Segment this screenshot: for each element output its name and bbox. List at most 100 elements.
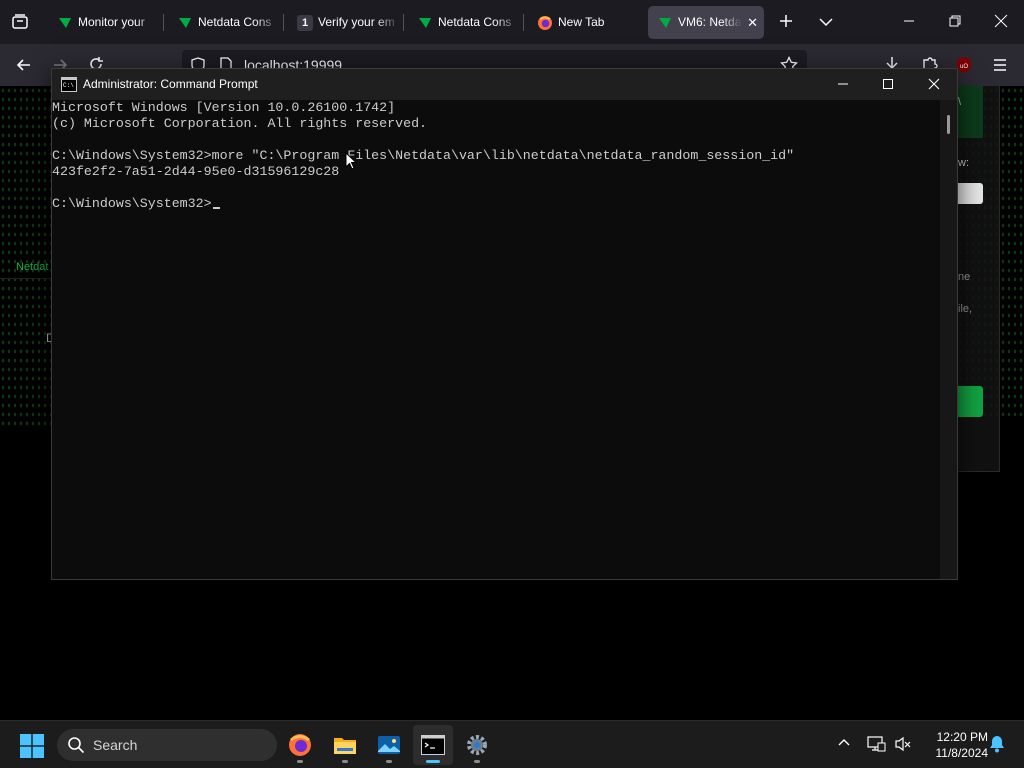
command-prompt-window[interactable]: C:\ Administrator: Command Prompt Micros… bbox=[51, 68, 958, 580]
cmd-minimize-button[interactable] bbox=[820, 69, 866, 100]
card-text: ne bbox=[958, 271, 971, 283]
firefox-icon bbox=[538, 16, 552, 30]
bell-icon bbox=[990, 736, 1004, 753]
taskbar-search-box[interactable]: Search bbox=[57, 729, 277, 761]
console-prompt-line[interactable]: C:\Windows\System32> bbox=[52, 196, 220, 212]
console-line: (c) Microsoft Corporation. All rights re… bbox=[52, 116, 428, 131]
taskbar-photos[interactable] bbox=[369, 725, 409, 765]
search-placeholder: Search bbox=[93, 737, 138, 753]
restore-icon bbox=[949, 15, 961, 27]
tab-separator bbox=[163, 14, 164, 31]
taskbar-settings[interactable] bbox=[457, 725, 497, 765]
netdata-icon bbox=[419, 18, 431, 28]
volume-muted-icon bbox=[895, 736, 911, 752]
notifications-button[interactable] bbox=[989, 735, 1005, 758]
console-line: 423fe2f2-7a51-2d44-95e0-d31596129c28 bbox=[52, 164, 340, 179]
clock-time: 12:20 PM bbox=[936, 730, 988, 744]
tab-title: Monitor your bbox=[78, 15, 145, 29]
tab-manager-button[interactable] bbox=[8, 10, 32, 34]
maximize-icon bbox=[883, 79, 893, 89]
cmd-console[interactable]: Microsoft Windows [Version 10.0.26100.17… bbox=[52, 100, 940, 579]
tab-title: Netdata Cons bbox=[438, 15, 512, 29]
card-submit-button[interactable] bbox=[958, 386, 983, 417]
tab-title: Netdata Cons bbox=[198, 15, 272, 29]
tab-netdata-console-2[interactable]: Netdata Cons bbox=[408, 6, 520, 39]
cmd-titlebar[interactable]: C:\ Administrator: Command Prompt bbox=[52, 69, 957, 100]
terminal-icon bbox=[421, 735, 445, 755]
file-explorer-icon bbox=[334, 738, 356, 754]
cmd-close-button[interactable] bbox=[911, 69, 957, 100]
signin-card: \ w: ne ile, bbox=[958, 86, 1000, 472]
taskbar-file-explorer[interactable] bbox=[325, 725, 365, 765]
card-label: w: bbox=[958, 157, 969, 169]
start-button[interactable] bbox=[20, 734, 44, 758]
close-icon bbox=[994, 14, 1008, 28]
taskbar-firefox[interactable] bbox=[280, 725, 320, 765]
close-browser-button[interactable] bbox=[992, 12, 1010, 35]
active-indicator bbox=[426, 760, 440, 763]
matrix-background-left bbox=[0, 86, 52, 426]
tab-new-tab[interactable]: New Tab bbox=[528, 6, 640, 39]
tab-netdata-console-1[interactable]: Netdata Cons bbox=[168, 6, 280, 39]
firefox-icon bbox=[289, 734, 311, 756]
tab-separator bbox=[403, 14, 404, 31]
volume-button[interactable] bbox=[894, 735, 912, 758]
minimize-icon bbox=[838, 83, 848, 85]
search-icon bbox=[68, 737, 85, 754]
svg-text:uO: uO bbox=[960, 64, 968, 70]
svg-text:C:\: C:\ bbox=[63, 82, 74, 89]
cmd-scrollbar[interactable] bbox=[940, 100, 957, 579]
netdata-link[interactable]: Netdat bbox=[16, 261, 48, 273]
running-indicator bbox=[342, 760, 348, 763]
network-icon bbox=[867, 736, 886, 752]
running-indicator bbox=[297, 760, 303, 763]
browser-tabstrip: Monitor your Netdata Cons 1 Verify your … bbox=[0, 0, 1024, 44]
back-button[interactable] bbox=[14, 55, 34, 80]
clock-date: 11/8/2024 bbox=[935, 746, 989, 760]
cmd-window-title: Administrator: Command Prompt bbox=[83, 77, 258, 91]
plus-icon bbox=[780, 15, 792, 27]
tab-separator bbox=[283, 14, 284, 31]
hamburger-menu-icon bbox=[994, 59, 1006, 71]
chevron-down-icon bbox=[819, 18, 833, 27]
close-tab-icon[interactable]: ✕ bbox=[747, 6, 758, 39]
tab-monitor[interactable]: Monitor your bbox=[48, 6, 160, 39]
network-status-button[interactable] bbox=[866, 735, 886, 758]
text-cursor bbox=[212, 207, 220, 209]
running-indicator bbox=[386, 760, 392, 763]
tab-vm6-netdata[interactable]: VM6: Netda ✕ bbox=[648, 6, 764, 39]
netdata-icon bbox=[179, 18, 191, 28]
tab-verify-email[interactable]: 1 Verify your em bbox=[288, 6, 400, 39]
arrow-left-icon bbox=[16, 59, 30, 71]
show-hidden-icons-button[interactable] bbox=[836, 735, 852, 756]
menu-button[interactable] bbox=[990, 55, 1010, 80]
taskbar-command-prompt[interactable] bbox=[413, 725, 453, 765]
settings-icon bbox=[467, 735, 487, 755]
card-header bbox=[958, 86, 983, 138]
running-indicator bbox=[474, 760, 480, 763]
windows-logo-icon bbox=[20, 734, 44, 758]
command-prompt-icon: C:\ bbox=[61, 77, 77, 92]
netdata-icon bbox=[659, 18, 671, 28]
cmd-scrollbar-thumb[interactable] bbox=[947, 115, 950, 134]
new-tab-button[interactable] bbox=[777, 12, 795, 35]
card-text: ile, bbox=[958, 303, 973, 315]
chevron-up-icon bbox=[838, 739, 850, 746]
tab-title: Verify your em bbox=[318, 15, 395, 29]
tab-title: New Tab bbox=[558, 15, 605, 29]
restore-browser-button[interactable] bbox=[946, 12, 964, 35]
minimize-browser-button[interactable] bbox=[900, 12, 918, 35]
cmd-maximize-button[interactable] bbox=[865, 69, 911, 100]
clock[interactable]: 12:20 PM 11/8/2024 bbox=[918, 729, 989, 761]
desktop: Monitor your Netdata Cons 1 Verify your … bbox=[0, 0, 1024, 768]
console-prompt: C:\Windows\System32> bbox=[52, 196, 212, 211]
card-input[interactable] bbox=[958, 183, 983, 204]
netdata-icon bbox=[59, 18, 71, 28]
console-line: Microsoft Windows [Version 10.0.26100.17… bbox=[52, 100, 396, 115]
mouse-cursor-icon bbox=[345, 152, 357, 170]
taskbar: Search 12:20 PM 11/8/2024 bbox=[0, 720, 1024, 768]
minimize-icon bbox=[904, 20, 914, 22]
list-all-tabs-button[interactable] bbox=[817, 13, 835, 36]
mail-badge-icon: 1 bbox=[297, 15, 313, 31]
photos-icon bbox=[378, 736, 400, 754]
